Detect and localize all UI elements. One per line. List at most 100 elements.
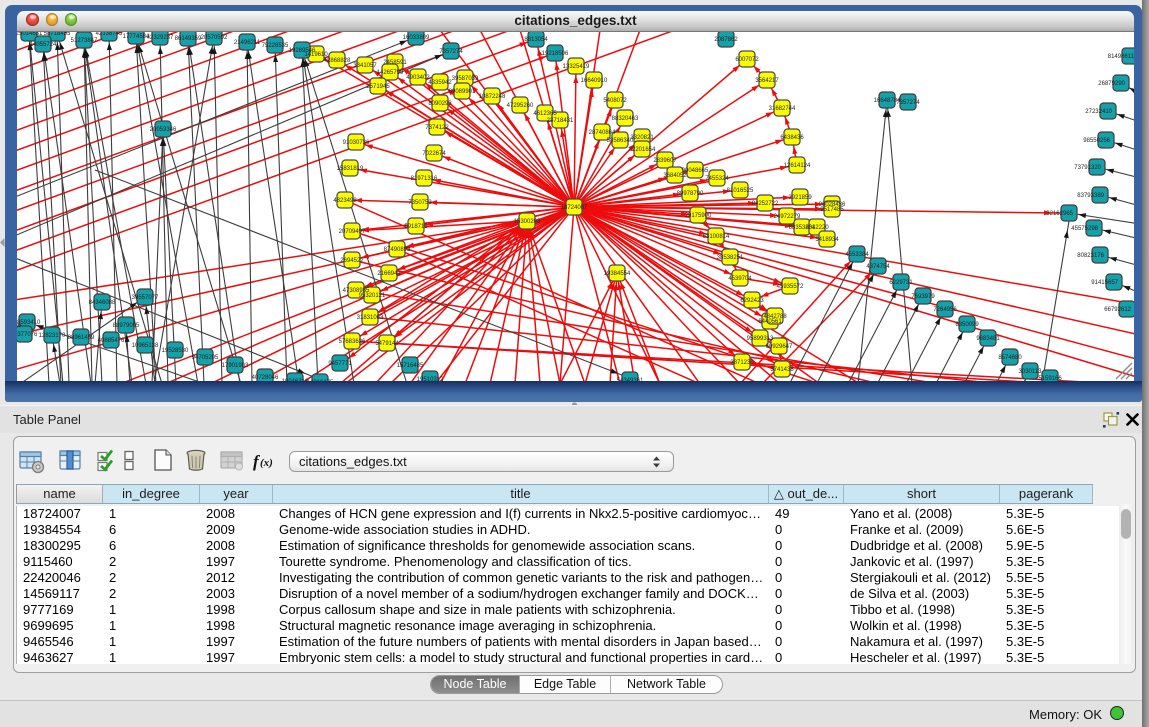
svg-text:51273847: 51273847 [71,38,98,44]
svg-text:4823498: 4823498 [333,198,357,204]
svg-text:15300203: 15300203 [514,219,541,225]
svg-text:4612365: 4612365 [533,111,557,117]
svg-text:7022674: 7022674 [422,151,446,157]
svg-text:8813054: 8813054 [524,37,548,43]
svg-text:4374754: 4374754 [866,264,890,270]
svg-text:3030113: 3030113 [1019,369,1043,375]
svg-text:7455324: 7455324 [705,176,729,182]
svg-text:9457771: 9457771 [328,361,352,367]
svg-text:95899313: 95899313 [747,336,774,342]
svg-text:4903402: 4903402 [406,75,430,81]
svg-text:47295260: 47295260 [507,103,534,109]
svg-text:10872248: 10872248 [479,94,506,100]
svg-text:86149359: 86149359 [175,36,202,42]
svg-text:7693979: 7693979 [911,294,935,300]
svg-text:73791320: 73791320 [1074,165,1101,171]
svg-text:7350753: 7350753 [408,200,432,206]
svg-text:6229731: 6229731 [889,280,913,286]
svg-text:88979095: 88979095 [113,323,140,329]
svg-text:2694522: 2694522 [340,258,364,264]
svg-text:87490893: 87490893 [384,247,411,253]
svg-text:4553384: 4553384 [845,252,869,258]
svg-text:29175900: 29175900 [685,213,712,219]
svg-text:24972279: 24972279 [774,214,801,220]
svg-text:14055724: 14055724 [30,42,57,48]
svg-text:2839607: 2839607 [653,158,677,164]
svg-text:8090293: 8090293 [428,101,452,107]
svg-text:5918715: 5918715 [404,224,428,230]
svg-text:84252722: 84252722 [752,201,779,207]
svg-text:7357274: 7357274 [439,49,463,55]
svg-text:42138745: 42138745 [96,32,123,37]
svg-text:63100814: 63100814 [703,234,730,240]
svg-text:5479144: 5479144 [375,341,399,347]
svg-text:45935572: 45935572 [777,284,804,290]
svg-text:3320821: 3320821 [630,135,654,141]
svg-text:80823176: 80823176 [1077,253,1104,259]
svg-text:40885476: 40885476 [98,338,125,344]
svg-text:15831819: 15831819 [337,166,364,172]
svg-text:31831063: 31831063 [357,315,384,321]
svg-text:12614124: 12614124 [784,163,811,169]
svg-text:4335942: 4335942 [428,80,452,86]
svg-text:9517485: 9517485 [820,207,844,213]
svg-text:25014631: 25014631 [17,32,43,37]
svg-text:83793389: 83793389 [1077,193,1104,199]
svg-text:88320463: 88320463 [612,116,639,122]
svg-text:38538251: 38538251 [717,255,744,261]
svg-text:2921859: 2921859 [788,195,812,201]
svg-text:15716485: 15716485 [397,363,424,369]
svg-text:7264956: 7264956 [933,307,957,313]
svg-text:81498611: 81498611 [1108,54,1134,60]
svg-text:81016525: 81016525 [727,188,754,194]
svg-text:13325419: 13325419 [563,64,590,70]
svg-text:81971316: 81971316 [411,176,438,182]
svg-text:3741438: 3741438 [770,367,794,373]
svg-text:7357274: 7357274 [896,100,920,106]
svg-text:19289546: 19289546 [289,48,316,54]
svg-text:32162965: 32162965 [1046,211,1073,217]
svg-text:91415657: 91415657 [1091,280,1118,286]
svg-text:8350099: 8350099 [955,322,979,328]
svg-text:6438436: 6438436 [780,135,804,141]
svg-text:(x): (x) [260,457,273,469]
svg-text:2166941: 2166941 [377,271,401,277]
svg-text:20053346: 20053346 [150,127,177,133]
svg-text:95320121: 95320121 [359,293,386,299]
svg-text:5418934: 5418934 [815,237,839,243]
svg-text:19218506: 19218506 [542,51,569,57]
svg-text:4539704: 4539704 [728,276,752,282]
svg-text:12823170: 12823170 [39,333,66,339]
svg-text:17901903: 17901903 [222,363,249,369]
svg-text:6007072: 6007072 [735,57,759,63]
svg-text:5408072: 5408072 [603,98,627,104]
svg-text:16033809: 16033809 [403,35,430,41]
svg-text:94705205: 94705205 [192,355,219,361]
svg-text:18724007: 18724007 [561,205,588,211]
svg-text:19384554: 19384554 [604,271,631,277]
svg-text:20570592: 20570592 [201,35,228,41]
svg-text:22201654: 22201654 [629,147,656,153]
svg-text:20709497: 20709497 [339,229,366,235]
svg-text:89089901: 89089901 [449,89,476,95]
svg-text:3871230: 3871230 [730,360,754,366]
svg-text:84346088: 84346088 [89,300,116,306]
svg-text:19528530: 19528530 [162,348,189,354]
svg-text:3341057: 3341057 [353,63,377,69]
svg-text:91030736: 91030736 [343,140,370,146]
svg-text:23718431: 23718431 [547,118,574,124]
svg-text:14265799: 14265799 [377,70,404,76]
svg-text:90048665: 90048665 [682,168,709,174]
svg-text:57683626: 57683626 [339,339,366,345]
svg-text:18593410: 18593410 [17,320,41,326]
svg-text:31682744: 31682744 [769,106,796,112]
svg-text:60929647: 60929647 [766,344,793,350]
svg-text:7374122: 7374122 [425,125,449,131]
svg-text:55377076: 55377076 [17,332,38,338]
svg-text:45575298: 45575298 [1071,226,1098,232]
svg-text:89978790: 89978790 [677,191,704,197]
svg-text:3564217: 3564217 [755,78,779,84]
svg-text:28740864: 28740864 [589,130,616,136]
svg-text:2571945: 2571945 [366,84,390,90]
svg-text:4842788: 4842788 [763,314,787,320]
